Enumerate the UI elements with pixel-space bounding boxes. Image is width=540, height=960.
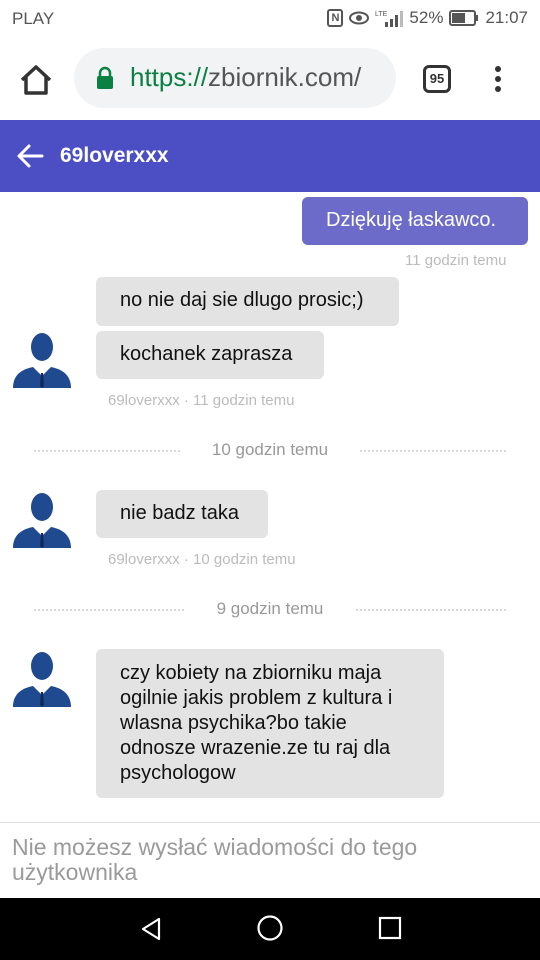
disabled-notice-text: Nie możesz wysłać wiadomości do tego uży… bbox=[12, 834, 418, 885]
carrier-name: PLAY bbox=[12, 9, 55, 28]
time-divider-label: 10 godzin temu bbox=[211, 440, 329, 459]
message-list[interactable]: Dziękuję łaskawco. 11 godzin temu no nie… bbox=[0, 192, 540, 822]
battery-icon bbox=[449, 10, 479, 26]
message-bubble-incoming: czy kobiety na zbiorniku maja ogilnie ja… bbox=[96, 649, 444, 798]
compose-disabled-notice: Nie możesz wysłać wiadomości do tego uży… bbox=[0, 822, 540, 898]
nav-recent-icon[interactable] bbox=[378, 916, 402, 940]
message-sender-time: 69loverxxx · 11 godzin temu bbox=[108, 392, 295, 409]
overflow-menu-icon[interactable] bbox=[488, 64, 508, 94]
tabs-icon[interactable]: 95 bbox=[423, 65, 451, 93]
svg-text:LTE: LTE bbox=[375, 11, 388, 18]
lock-icon bbox=[97, 66, 113, 89]
url-host: zbiornik.com/ bbox=[208, 62, 362, 92]
eye-icon bbox=[349, 11, 370, 25]
time-divider: 10 godzin temu bbox=[34, 440, 506, 460]
nav-home-icon[interactable] bbox=[256, 914, 284, 942]
battery-percent: 52% bbox=[409, 8, 444, 27]
avatar-icon bbox=[13, 493, 71, 548]
url-text: https://zbiornik.com/ bbox=[130, 62, 361, 93]
message-timestamp: 11 godzin temu bbox=[405, 252, 507, 269]
chat-title[interactable]: 69loverxxx bbox=[60, 144, 169, 168]
system-nav-bar bbox=[0, 898, 540, 960]
url-scheme: https:// bbox=[130, 62, 209, 92]
message-bubble-incoming: nie badz taka bbox=[96, 490, 268, 538]
home-icon[interactable] bbox=[16, 60, 56, 100]
address-bar[interactable]: https://zbiornik.com/ bbox=[74, 48, 396, 108]
chat-header: 69loverxxx bbox=[0, 120, 540, 192]
avatar-icon bbox=[13, 333, 71, 388]
time-divider-label: 9 godzin temu bbox=[216, 599, 324, 618]
nav-back-icon[interactable] bbox=[138, 916, 164, 942]
clock: 21:07 bbox=[485, 8, 528, 27]
time-divider: 9 godzin temu bbox=[34, 599, 506, 619]
status-icons: N LTE 52% 21:07 bbox=[327, 8, 528, 28]
browser-toolbar: https://zbiornik.com/ 95 bbox=[0, 38, 540, 120]
lte-signal-icon: LTE bbox=[375, 11, 404, 27]
message-bubble-incoming: no nie daj sie dlugo prosic;) bbox=[96, 277, 399, 326]
message-sender-time: 69loverxxx · 10 godzin temu bbox=[108, 551, 296, 568]
message-bubble-incoming: kochanek zaprasza bbox=[96, 331, 324, 379]
status-bar: PLAY N LTE 52% 21:07 bbox=[0, 0, 540, 38]
message-bubble-outgoing: Dziękuję łaskawco. bbox=[302, 197, 528, 245]
nfc-icon: N bbox=[327, 9, 344, 27]
back-arrow-icon[interactable] bbox=[16, 142, 44, 170]
avatar-icon bbox=[13, 652, 71, 707]
